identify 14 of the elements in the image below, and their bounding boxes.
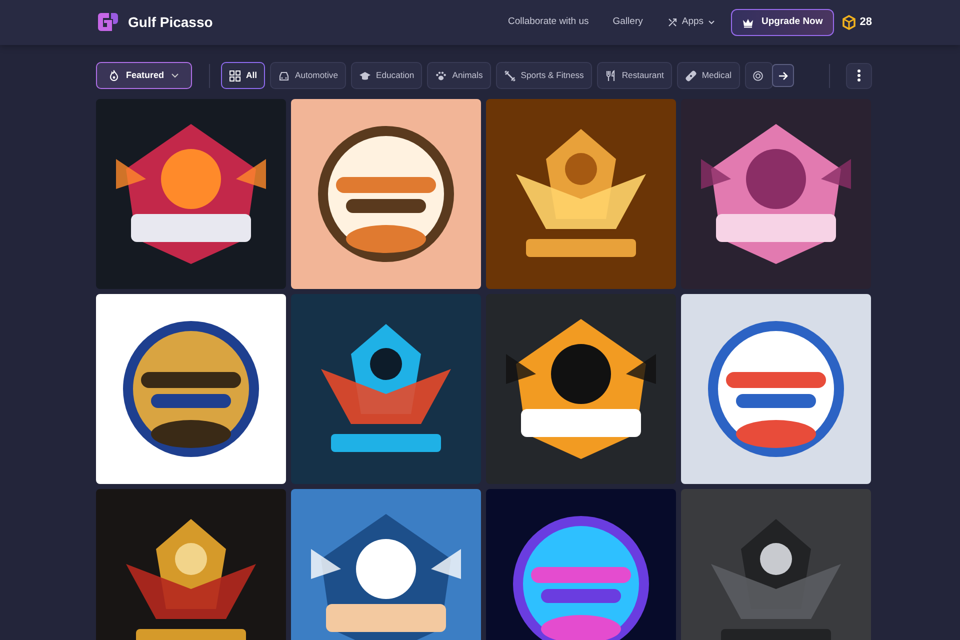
category-chip[interactable]: Sports & Fitness — [496, 62, 592, 89]
category-chip[interactable]: Restaurant — [596, 62, 672, 89]
sort-dropdown[interactable]: Featured — [96, 62, 192, 89]
credit-count: 28 — [860, 15, 872, 30]
nav-link[interactable]: Gallery — [612, 15, 643, 30]
category-chip[interactable]: Animals — [427, 62, 491, 89]
apps-dropdown[interactable]: Apps — [666, 15, 715, 30]
category-chip[interactable]: Medical — [676, 62, 740, 89]
category-chip[interactable]: Automotive — [270, 62, 346, 89]
nav-link[interactable]: Collaborate with us — [508, 15, 589, 30]
category-chip[interactable]: All — [221, 62, 265, 89]
category-chip[interactable]: Education — [350, 62, 422, 89]
brand-name[interactable]: Gulf Picasso — [128, 12, 213, 33]
upgrade-button[interactable]: Upgrade Now — [730, 9, 834, 36]
